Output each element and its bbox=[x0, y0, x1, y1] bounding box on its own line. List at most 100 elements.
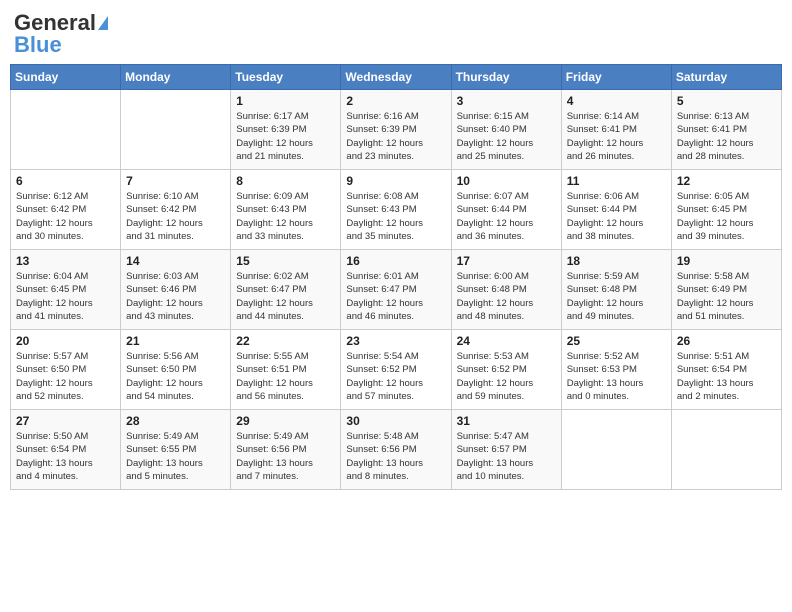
col-header-friday: Friday bbox=[561, 65, 671, 90]
day-number: 24 bbox=[457, 334, 556, 348]
day-info: Sunrise: 6:15 AM Sunset: 6:40 PM Dayligh… bbox=[457, 110, 556, 163]
day-info: Sunrise: 6:12 AM Sunset: 6:42 PM Dayligh… bbox=[16, 190, 115, 243]
col-header-saturday: Saturday bbox=[671, 65, 781, 90]
day-info: Sunrise: 6:03 AM Sunset: 6:46 PM Dayligh… bbox=[126, 270, 225, 323]
day-info: Sunrise: 5:54 AM Sunset: 6:52 PM Dayligh… bbox=[346, 350, 445, 403]
calendar-cell bbox=[561, 410, 671, 490]
calendar-cell: 23 Sunrise: 5:54 AM Sunset: 6:52 PM Dayli… bbox=[341, 330, 451, 410]
day-info: Sunrise: 6:13 AM Sunset: 6:41 PM Dayligh… bbox=[677, 110, 776, 163]
calendar-cell: 4 Sunrise: 6:14 AM Sunset: 6:41 PM Daylig… bbox=[561, 90, 671, 170]
day-info: Sunrise: 6:01 AM Sunset: 6:47 PM Dayligh… bbox=[346, 270, 445, 323]
day-number: 12 bbox=[677, 174, 776, 188]
calendar-cell: 17 Sunrise: 6:00 AM Sunset: 6:48 PM Dayli… bbox=[451, 250, 561, 330]
day-info: Sunrise: 6:08 AM Sunset: 6:43 PM Dayligh… bbox=[346, 190, 445, 243]
calendar-table: SundayMondayTuesdayWednesdayThursdayFrid… bbox=[10, 64, 782, 490]
day-info: Sunrise: 6:17 AM Sunset: 6:39 PM Dayligh… bbox=[236, 110, 335, 163]
calendar-cell: 19 Sunrise: 5:58 AM Sunset: 6:49 PM Dayli… bbox=[671, 250, 781, 330]
calendar-cell: 27 Sunrise: 5:50 AM Sunset: 6:54 PM Dayli… bbox=[11, 410, 121, 490]
day-number: 13 bbox=[16, 254, 115, 268]
day-number: 9 bbox=[346, 174, 445, 188]
day-info: Sunrise: 5:47 AM Sunset: 6:57 PM Dayligh… bbox=[457, 430, 556, 483]
calendar-cell: 22 Sunrise: 5:55 AM Sunset: 6:51 PM Dayli… bbox=[231, 330, 341, 410]
calendar-cell: 18Sunrise: 5:59 AM Sunset: 6:48 PM Dayli… bbox=[561, 250, 671, 330]
day-number: 2 bbox=[346, 94, 445, 108]
calendar-cell: 9 Sunrise: 6:08 AM Sunset: 6:43 PM Daylig… bbox=[341, 170, 451, 250]
day-number: 29 bbox=[236, 414, 335, 428]
day-info: Sunrise: 5:48 AM Sunset: 6:56 PM Dayligh… bbox=[346, 430, 445, 483]
day-number: 27 bbox=[16, 414, 115, 428]
day-info: Sunrise: 5:49 AM Sunset: 6:55 PM Dayligh… bbox=[126, 430, 225, 483]
day-number: 11 bbox=[567, 174, 666, 188]
day-info: Sunrise: 6:06 AM Sunset: 6:44 PM Dayligh… bbox=[567, 190, 666, 243]
calendar-cell: 1 Sunrise: 6:17 AM Sunset: 6:39 PM Daylig… bbox=[231, 90, 341, 170]
day-number: 16 bbox=[346, 254, 445, 268]
calendar-cell bbox=[671, 410, 781, 490]
calendar-cell: 12Sunrise: 6:05 AM Sunset: 6:45 PM Dayli… bbox=[671, 170, 781, 250]
day-info: Sunrise: 5:56 AM Sunset: 6:50 PM Dayligh… bbox=[126, 350, 225, 403]
day-number: 23 bbox=[346, 334, 445, 348]
day-number: 10 bbox=[457, 174, 556, 188]
day-number: 1 bbox=[236, 94, 335, 108]
day-info: Sunrise: 5:49 AM Sunset: 6:56 PM Dayligh… bbox=[236, 430, 335, 483]
day-info: Sunrise: 6:09 AM Sunset: 6:43 PM Dayligh… bbox=[236, 190, 335, 243]
calendar-cell: 28 Sunrise: 5:49 AM Sunset: 6:55 PM Dayli… bbox=[121, 410, 231, 490]
day-info: Sunrise: 5:53 AM Sunset: 6:52 PM Dayligh… bbox=[457, 350, 556, 403]
day-number: 31 bbox=[457, 414, 556, 428]
day-number: 19 bbox=[677, 254, 776, 268]
day-number: 21 bbox=[126, 334, 225, 348]
day-info: Sunrise: 6:14 AM Sunset: 6:41 PM Dayligh… bbox=[567, 110, 666, 163]
calendar-cell: 20 Sunrise: 5:57 AM Sunset: 6:50 PM Dayli… bbox=[11, 330, 121, 410]
day-number: 30 bbox=[346, 414, 445, 428]
day-number: 17 bbox=[457, 254, 556, 268]
day-number: 6 bbox=[16, 174, 115, 188]
day-number: 15 bbox=[236, 254, 335, 268]
day-number: 22 bbox=[236, 334, 335, 348]
day-info: Sunrise: 6:04 AM Sunset: 6:45 PM Dayligh… bbox=[16, 270, 115, 323]
day-number: 3 bbox=[457, 94, 556, 108]
calendar-cell: 10 Sunrise: 6:07 AM Sunset: 6:44 PM Dayli… bbox=[451, 170, 561, 250]
page-header: General Blue bbox=[10, 10, 782, 58]
day-number: 5 bbox=[677, 94, 776, 108]
day-info: Sunrise: 5:55 AM Sunset: 6:51 PM Dayligh… bbox=[236, 350, 335, 403]
calendar-cell: 8 Sunrise: 6:09 AM Sunset: 6:43 PM Daylig… bbox=[231, 170, 341, 250]
day-info: Sunrise: 5:57 AM Sunset: 6:50 PM Dayligh… bbox=[16, 350, 115, 403]
calendar-cell: 2 Sunrise: 6:16 AM Sunset: 6:39 PM Daylig… bbox=[341, 90, 451, 170]
calendar-cell: 16 Sunrise: 6:01 AM Sunset: 6:47 PM Dayli… bbox=[341, 250, 451, 330]
day-info: Sunrise: 6:07 AM Sunset: 6:44 PM Dayligh… bbox=[457, 190, 556, 243]
day-info: Sunrise: 5:58 AM Sunset: 6:49 PM Dayligh… bbox=[677, 270, 776, 323]
calendar-cell: 13 Sunrise: 6:04 AM Sunset: 6:45 PM Dayli… bbox=[11, 250, 121, 330]
day-number: 7 bbox=[126, 174, 225, 188]
col-header-wednesday: Wednesday bbox=[341, 65, 451, 90]
logo-triangle-icon bbox=[98, 16, 108, 30]
col-header-thursday: Thursday bbox=[451, 65, 561, 90]
calendar-cell: 21 Sunrise: 5:56 AM Sunset: 6:50 PM Dayli… bbox=[121, 330, 231, 410]
calendar-cell: 31 Sunrise: 5:47 AM Sunset: 6:57 PM Dayli… bbox=[451, 410, 561, 490]
calendar-cell: 7Sunrise: 6:10 AM Sunset: 6:42 PM Daylig… bbox=[121, 170, 231, 250]
calendar-cell: 14Sunrise: 6:03 AM Sunset: 6:46 PM Dayli… bbox=[121, 250, 231, 330]
day-info: Sunrise: 6:00 AM Sunset: 6:48 PM Dayligh… bbox=[457, 270, 556, 323]
calendar-cell: 26 Sunrise: 5:51 AM Sunset: 6:54 PM Dayli… bbox=[671, 330, 781, 410]
day-number: 25 bbox=[567, 334, 666, 348]
day-number: 20 bbox=[16, 334, 115, 348]
calendar-cell: 3 Sunrise: 6:15 AM Sunset: 6:40 PM Daylig… bbox=[451, 90, 561, 170]
col-header-tuesday: Tuesday bbox=[231, 65, 341, 90]
day-number: 28 bbox=[126, 414, 225, 428]
day-number: 4 bbox=[567, 94, 666, 108]
logo: General Blue bbox=[14, 10, 108, 58]
day-number: 8 bbox=[236, 174, 335, 188]
calendar-cell bbox=[11, 90, 121, 170]
calendar-cell: 6 Sunrise: 6:12 AM Sunset: 6:42 PM Daylig… bbox=[11, 170, 121, 250]
calendar-cell: 29 Sunrise: 5:49 AM Sunset: 6:56 PM Dayli… bbox=[231, 410, 341, 490]
day-info: Sunrise: 6:02 AM Sunset: 6:47 PM Dayligh… bbox=[236, 270, 335, 323]
calendar-cell: 24 Sunrise: 5:53 AM Sunset: 6:52 PM Dayli… bbox=[451, 330, 561, 410]
day-info: Sunrise: 5:51 AM Sunset: 6:54 PM Dayligh… bbox=[677, 350, 776, 403]
day-number: 26 bbox=[677, 334, 776, 348]
day-info: Sunrise: 5:50 AM Sunset: 6:54 PM Dayligh… bbox=[16, 430, 115, 483]
calendar-cell: 15 Sunrise: 6:02 AM Sunset: 6:47 PM Dayli… bbox=[231, 250, 341, 330]
day-info: Sunrise: 6:16 AM Sunset: 6:39 PM Dayligh… bbox=[346, 110, 445, 163]
col-header-monday: Monday bbox=[121, 65, 231, 90]
day-number: 18 bbox=[567, 254, 666, 268]
calendar-cell: 25Sunrise: 5:52 AM Sunset: 6:53 PM Dayli… bbox=[561, 330, 671, 410]
calendar-cell: 11 Sunrise: 6:06 AM Sunset: 6:44 PM Dayli… bbox=[561, 170, 671, 250]
calendar-cell: 30 Sunrise: 5:48 AM Sunset: 6:56 PM Dayli… bbox=[341, 410, 451, 490]
